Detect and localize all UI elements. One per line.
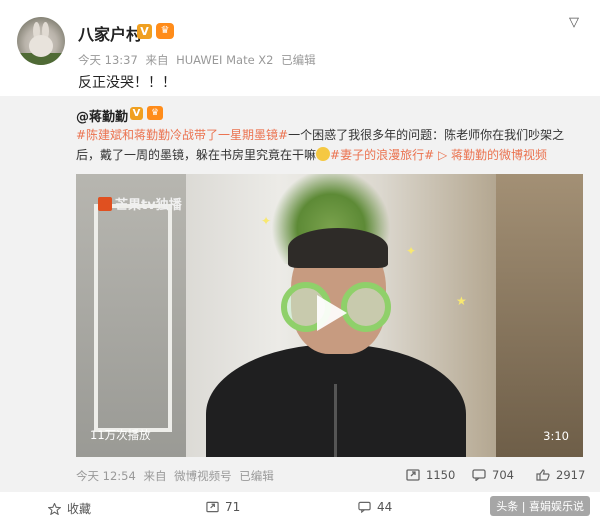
post-edited[interactable]: 已编辑 xyxy=(281,53,316,67)
avatar[interactable] xyxy=(17,17,65,65)
repost-count: 1150 xyxy=(426,468,456,482)
repost-meta: 今天 12:54 来自 微博视频号 已编辑 xyxy=(76,468,278,484)
repost-button[interactable]: 71 xyxy=(206,500,240,514)
repost-vip-crown-icon: ♛ xyxy=(147,106,163,120)
repost-source[interactable]: 微博视频号 xyxy=(174,469,232,483)
comment-icon xyxy=(472,469,486,481)
smiley-emoji-icon xyxy=(316,147,331,161)
comment-count: 704 xyxy=(492,468,514,482)
comment-button-count: 44 xyxy=(377,500,393,514)
channel-logo-text: 芒果tv独播 xyxy=(115,198,182,213)
repost-verified-badge: V xyxy=(130,107,143,120)
channel-logo: 芒果tv独播 xyxy=(98,194,182,213)
comment-stat-button[interactable]: 704 xyxy=(472,468,514,482)
repost-button-count: 71 xyxy=(225,500,241,514)
collect-label: 收藏 xyxy=(67,502,92,516)
weibo-post: 八家户村 V ♛ ▽ 今天 13:37 来自 HUAWEI Mate X2 已编… xyxy=(0,0,600,522)
repost-author[interactable]: @蒋勤勤 xyxy=(76,106,128,125)
repost-time: 今天 12:54 xyxy=(76,469,136,483)
collect-button[interactable]: 收藏 xyxy=(48,500,91,517)
repost-source-prefix: 来自 xyxy=(143,469,167,483)
video-player[interactable]: ✦ ✦ ★ 芒果tv独播 11万次播放 3:10 xyxy=(76,174,583,457)
verified-badge: V xyxy=(137,24,152,39)
comment-button[interactable]: 44 xyxy=(358,500,392,514)
link-video-icon[interactable]: ▷ xyxy=(438,148,447,162)
view-count: 11万次播放 xyxy=(90,428,151,442)
star-icon xyxy=(48,503,61,515)
post-source-prefix: 来自 xyxy=(145,53,169,67)
post-meta: 今天 13:37 来自 HUAWEI Mate X2 已编辑 xyxy=(78,52,320,68)
video-link[interactable]: 蒋勤勤的微博视频 xyxy=(451,148,547,162)
like-icon xyxy=(536,469,550,481)
repost-icon xyxy=(206,501,219,513)
topic-tag[interactable]: #陈建斌和蒋勤勤冷战带了一星期墨镜# xyxy=(76,128,288,142)
post-source[interactable]: HUAWEI Mate X2 xyxy=(176,53,273,67)
play-icon[interactable] xyxy=(307,291,351,335)
post-text: 反正没哭！！！ xyxy=(78,75,176,91)
chevron-down-icon[interactable]: ▽ xyxy=(569,15,579,30)
comment-icon xyxy=(358,501,371,513)
sparkle-icon: ✦ xyxy=(406,244,417,258)
video-thumbnail xyxy=(206,228,466,457)
author-name[interactable]: 八家户村 xyxy=(78,21,142,45)
repost-edited[interactable]: 已编辑 xyxy=(239,469,274,483)
video-duration: 3:10 xyxy=(543,429,569,443)
watermark: 头条 | 喜娟娱乐说 xyxy=(490,496,590,516)
topic-tag[interactable]: #妻子的浪漫旅行# xyxy=(330,148,434,162)
repost-stat-button[interactable]: 1150 xyxy=(406,468,455,482)
sparkle-icon: ✦ xyxy=(261,214,272,228)
post-time: 今天 13:37 xyxy=(78,53,138,67)
repost-icon xyxy=(406,469,420,481)
repost-text: #陈建斌和蒋勤勤冷战带了一星期墨镜#一个困惑了我很多年的问题：陈老师你在我们吵架… xyxy=(76,125,588,165)
like-stat-button[interactable]: 2917 xyxy=(536,468,585,482)
sparkle-icon: ★ xyxy=(456,294,467,308)
like-count: 2917 xyxy=(556,468,586,482)
vip-crown-icon: ♛ xyxy=(156,23,174,39)
